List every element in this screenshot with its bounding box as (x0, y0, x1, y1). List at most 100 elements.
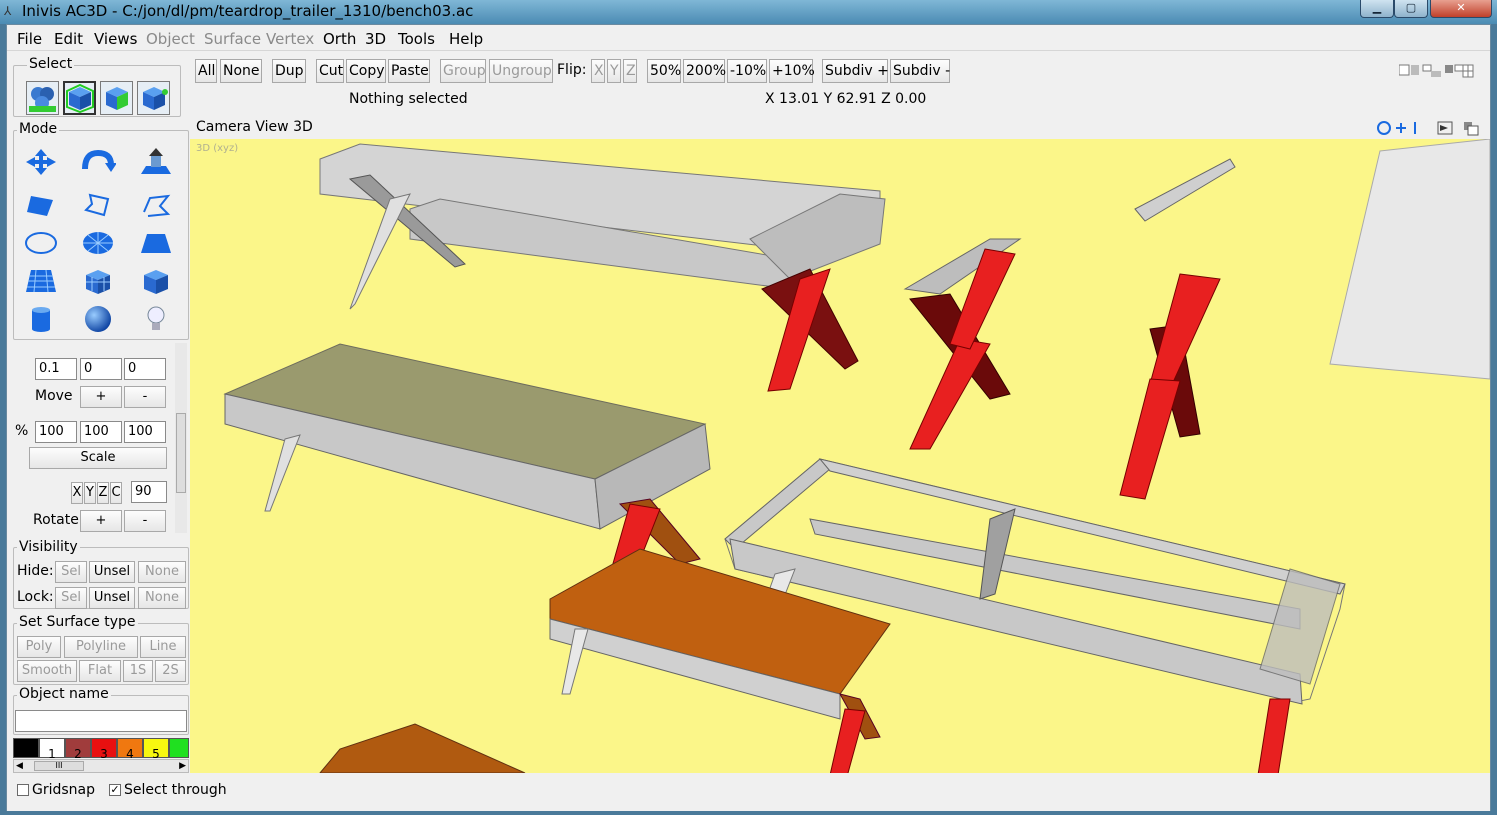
flip-x-button[interactable]: X (591, 59, 605, 83)
palette-swatch-4[interactable]: 4 (117, 738, 143, 761)
rotate-minus-button[interactable]: - (124, 510, 166, 532)
group-button[interactable]: Group (440, 59, 486, 83)
mode-draw-polygon-button[interactable] (23, 188, 59, 222)
surface-2s-button[interactable]: 2S (155, 660, 186, 682)
surface-1s-button[interactable]: 1S (123, 660, 153, 682)
plane-object[interactable] (1329, 139, 1490, 380)
axis-x-toggle[interactable]: X (71, 482, 83, 504)
gridsnap-checkbox[interactable] (17, 784, 29, 796)
menu-object[interactable]: Object (146, 30, 195, 48)
zoom-200-button[interactable]: 200% (683, 59, 726, 83)
subdiv-plus-button[interactable]: Subdiv + (822, 59, 889, 83)
scale-minus-10-button[interactable]: -10% (727, 59, 767, 83)
mode-light-button[interactable] (138, 302, 174, 336)
step-y-field[interactable]: 0 (80, 358, 122, 380)
palette-swatch-3[interactable]: 3 (91, 738, 117, 761)
rotate-angle-field[interactable]: 90 (131, 481, 167, 503)
bench-leg-pair[interactable] (1119, 273, 1221, 500)
panel-scrollbar[interactable] (175, 343, 187, 533)
layout-grid-icon[interactable] (1398, 63, 1475, 79)
mode-move-button[interactable] (23, 145, 59, 179)
select-vertex-mode-button[interactable] (26, 81, 59, 115)
scroll-thumb[interactable]: III (34, 761, 84, 771)
lock-none-button[interactable]: None (138, 587, 186, 609)
menu-file[interactable]: File (17, 30, 42, 48)
mode-draw-line-button[interactable] (138, 188, 174, 222)
mode-ellipse-button[interactable] (23, 226, 59, 260)
scale-z-field[interactable]: 100 (124, 421, 166, 443)
hide-unselected-button[interactable]: Unsel (89, 561, 135, 583)
menu-orth[interactable]: Orth (323, 30, 356, 48)
palette-swatch-2[interactable]: 2 (65, 738, 91, 761)
palette-swatch-5[interactable]: 5 (143, 738, 169, 761)
select-surface-mode-button[interactable] (137, 81, 170, 115)
mode-mesh-button[interactable] (23, 264, 59, 298)
axis-y-toggle[interactable]: Y (84, 482, 96, 504)
close-button[interactable]: ✕ (1430, 0, 1492, 18)
mode-rotate-button[interactable] (80, 145, 116, 179)
mode-gridbox-button[interactable] (80, 264, 116, 298)
scale-button[interactable]: Scale (29, 447, 167, 469)
select-none-button[interactable]: None (220, 59, 262, 83)
maximize-button[interactable]: ▢ (1394, 0, 1428, 18)
scroll-right-icon[interactable]: ▶ (179, 760, 186, 772)
scale-x-field[interactable]: 100 (35, 421, 77, 443)
step-z-field[interactable]: 0 (124, 358, 166, 380)
surface-flat-button[interactable]: Flat (79, 660, 121, 682)
flip-z-button[interactable]: Z (623, 59, 637, 83)
viewport-tools-icons[interactable] (1376, 119, 1486, 137)
surface-poly-button[interactable]: Poly (17, 636, 61, 658)
board-object[interactable] (1134, 158, 1236, 222)
mode-extrude-button[interactable] (138, 145, 174, 179)
select-through-checkbox[interactable]: ✓ (109, 784, 121, 796)
hide-selected-button[interactable]: Sel (55, 561, 87, 583)
bench-top-left[interactable] (319, 143, 886, 392)
mode-cylinder-button[interactable] (23, 302, 59, 336)
select-object-mode-button[interactable] (63, 81, 96, 115)
lock-unselected-button[interactable]: Unsel (89, 587, 135, 609)
mode-draw-polyline-button[interactable] (80, 188, 116, 222)
surface-smooth-button[interactable]: Smooth (17, 660, 77, 682)
move-minus-button[interactable]: - (124, 386, 166, 408)
flip-y-button[interactable]: Y (607, 59, 621, 83)
scroll-left-icon[interactable]: ◀ (16, 760, 23, 772)
menu-tools[interactable]: Tools (398, 30, 435, 48)
rotate-plus-button[interactable]: + (80, 510, 122, 532)
copy-button[interactable]: Copy (346, 59, 386, 83)
mode-disc-button[interactable] (80, 226, 116, 260)
3d-viewport[interactable]: 3D (xyz) (190, 139, 1490, 773)
menu-surface[interactable]: Surface (204, 30, 261, 48)
scale-plus-10-button[interactable]: +10% (769, 59, 815, 83)
palette-swatch-black[interactable] (13, 738, 39, 758)
move-plus-button[interactable]: + (80, 386, 122, 408)
scene-canvas[interactable] (190, 139, 1490, 773)
palette-swatch-1[interactable]: 1 (39, 738, 65, 761)
dup-button[interactable]: Dup (272, 59, 306, 83)
zoom-50-button[interactable]: 50% (647, 59, 681, 83)
object-name-input[interactable] (15, 710, 187, 732)
mode-sphere-button[interactable] (80, 302, 116, 336)
hide-none-button[interactable]: None (138, 561, 186, 583)
axis-z-toggle[interactable]: Z (97, 482, 109, 504)
select-all-button[interactable]: All (195, 59, 217, 83)
select-group-mode-button[interactable] (100, 81, 133, 115)
step-x-field[interactable]: 0.1 (35, 358, 77, 380)
ungroup-button[interactable]: Ungroup (489, 59, 553, 83)
palette-scrollbar[interactable]: ◀ III ▶ (13, 759, 189, 773)
menu-views[interactable]: Views (94, 30, 137, 48)
lock-selected-button[interactable]: Sel (55, 587, 87, 609)
scale-y-field[interactable]: 100 (80, 421, 122, 443)
paste-button[interactable]: Paste (388, 59, 430, 83)
bench-leg-frame[interactable] (903, 238, 1022, 450)
menu-vertex[interactable]: Vertex (266, 30, 314, 48)
subdiv-minus-button[interactable]: Subdiv - (890, 59, 950, 83)
axis-c-toggle[interactable]: C (110, 482, 122, 504)
cut-button[interactable]: Cut (316, 59, 344, 83)
palette-swatch-green[interactable] (169, 738, 189, 758)
menu-edit[interactable]: Edit (54, 30, 83, 48)
bench-wood-bottom[interactable] (319, 723, 526, 773)
mode-plane-button[interactable] (138, 226, 174, 260)
menu-3d[interactable]: 3D (365, 30, 386, 48)
view-layout-icons[interactable] (1398, 63, 1475, 79)
menu-help[interactable]: Help (449, 30, 483, 48)
